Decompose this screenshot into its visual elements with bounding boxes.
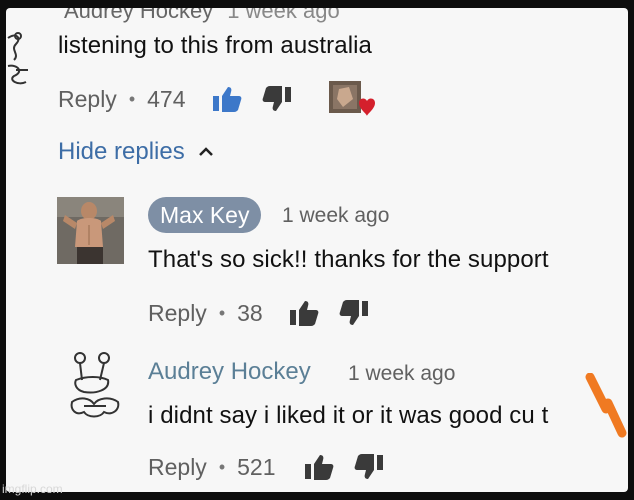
reply-1-text: That's so sick!! thanks for the support (148, 246, 549, 273)
reply-2-text: i didnt say i liked it or it was good cu… (148, 402, 549, 429)
top-comment-author[interactable]: Audrey Hockey (64, 8, 213, 23)
reply-2-author[interactable]: Audrey Hockey (148, 358, 311, 386)
max-key-avatar[interactable] (57, 197, 124, 264)
censor-mark (585, 373, 627, 438)
top-comment-header: Audrey Hockey 1 week ago (64, 8, 340, 24)
top-comment-text: listening to this from australia (58, 32, 373, 59)
thumbs-up-icon[interactable] (212, 84, 242, 114)
thumbs-down-icon[interactable] (354, 452, 384, 482)
watermark: imgflip.com (2, 482, 63, 496)
reply-button[interactable]: Reply (58, 86, 117, 113)
reply-1-time: 1 week ago (282, 204, 390, 227)
reply-button[interactable]: Reply (148, 454, 207, 481)
thumbs-down-icon[interactable] (262, 84, 292, 114)
like-count: 521 (237, 453, 276, 480)
hide-replies-button[interactable]: Hide replies (58, 138, 215, 166)
heart-icon (329, 81, 375, 116)
thumbs-down-icon[interactable] (339, 298, 369, 328)
reply-1-actions: Reply • 38 (148, 296, 369, 330)
comment-thread: Audrey Hockey 1 week ago listening to thi… (6, 8, 628, 492)
audrey-hockey-avatar[interactable] (66, 350, 126, 422)
top-comment-actions: Reply • 474 (58, 82, 292, 116)
max-key-author-badge[interactable]: Max Key (148, 197, 262, 233)
like-count: 38 (237, 299, 263, 326)
max-key-name: Max Key (160, 201, 250, 228)
separator-dot: • (218, 302, 226, 323)
hide-replies-label: Hide replies (58, 138, 185, 165)
reply-button[interactable]: Reply (148, 300, 207, 327)
top-comment-avatar[interactable] (6, 30, 36, 88)
reply-2-time: 1 week ago (348, 362, 456, 385)
like-count: 474 (147, 85, 186, 112)
reply-2-actions: Reply • 521 (148, 450, 384, 484)
chevron-up-icon (198, 147, 213, 156)
thumbs-up-icon[interactable] (289, 298, 319, 328)
separator-dot: • (128, 88, 136, 109)
separator-dot: • (218, 456, 226, 477)
top-comment-time: 1 week ago (227, 8, 340, 23)
thumbs-up-icon[interactable] (304, 452, 334, 482)
